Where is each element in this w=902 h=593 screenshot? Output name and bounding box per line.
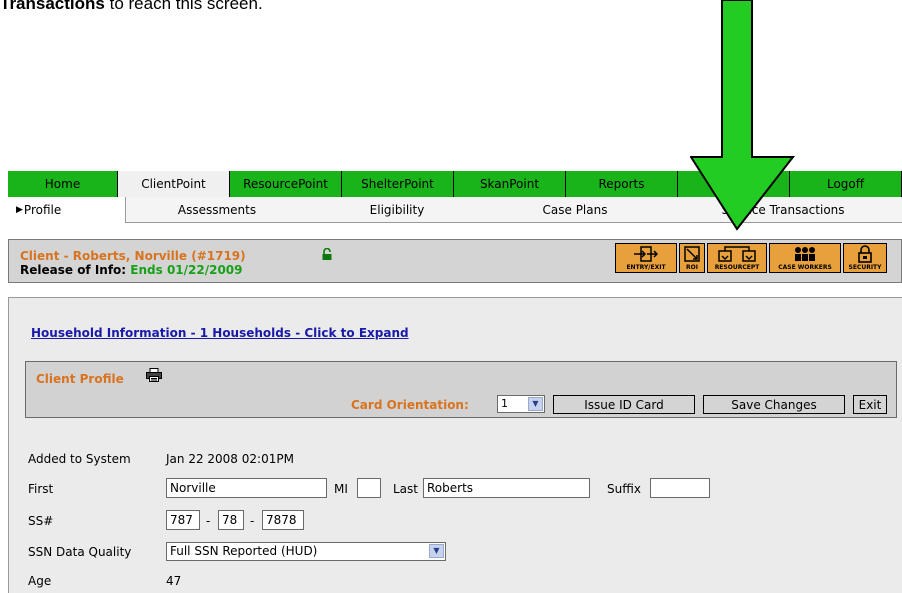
tab-label: ClientPoint xyxy=(141,177,206,191)
resourcept-icon xyxy=(718,246,756,262)
security-lock-icon xyxy=(858,245,872,263)
chevron-down-icon[interactable]: ▼ xyxy=(429,544,444,558)
subtab-eligibility[interactable]: Eligibility xyxy=(308,197,486,223)
last-name-field[interactable]: Roberts xyxy=(423,478,590,498)
triangle-right-icon: ▶ xyxy=(16,205,23,215)
save-changes-button[interactable]: Save Changes xyxy=(703,395,845,414)
tab-label: ShelterPoint xyxy=(361,177,434,191)
tab-reports[interactable]: Reports xyxy=(566,171,678,197)
case-workers-icon xyxy=(795,247,815,261)
mi-field[interactable] xyxy=(357,478,381,498)
ssn-label: SS# xyxy=(28,514,54,528)
lock-icon[interactable] xyxy=(321,248,333,260)
last-name-label: Last xyxy=(393,482,418,496)
tab-clientpoint[interactable]: ClientPoint xyxy=(118,171,230,197)
client-profile-title: Client Profile xyxy=(36,372,124,386)
ssn-part2-field[interactable]: 78 xyxy=(218,510,244,530)
entry-exit-icon xyxy=(634,246,659,262)
tab-label: Home xyxy=(44,177,81,191)
resourcept-button[interactable]: RESOURCEPT xyxy=(707,243,767,273)
age-value: 47 xyxy=(166,574,182,588)
card-orientation-label: Card Orientation: xyxy=(351,398,469,412)
green-arrow-down-icon xyxy=(690,0,796,231)
client-name: Client - Roberts, Norville (#1719) xyxy=(20,249,246,263)
client-profile-box: Client Profile Card Orientation: 1 ▼ Iss… xyxy=(25,361,897,418)
intro-bold: Transactions xyxy=(0,0,105,13)
resourcept-label: RESOURCEPT xyxy=(714,264,760,271)
roi-label: ROI xyxy=(686,264,698,271)
intro-rest: to reach this screen. xyxy=(104,0,263,13)
ssn-separator-1: - xyxy=(206,514,211,528)
added-to-system-value: Jan 22 2008 02:01PM xyxy=(166,452,294,466)
subtab-label: Assessments xyxy=(177,203,257,217)
suffix-field[interactable] xyxy=(650,478,710,498)
subtab-label: Profile xyxy=(23,203,62,217)
subtab-profile[interactable]: ▶ Profile xyxy=(8,197,126,223)
roi-icon xyxy=(684,246,700,262)
ssn-data-quality-select[interactable]: Full SSN Reported (HUD) ▼ xyxy=(166,542,446,561)
main-content: Household Information - 1 Households - C… xyxy=(8,297,902,593)
tab-label: SkanPoint xyxy=(479,177,540,191)
case-workers-label: CASE WORKERS xyxy=(778,264,832,271)
ssn-separator-2: - xyxy=(250,514,255,528)
entry-exit-button[interactable]: ENTRY/EXIT xyxy=(615,243,677,273)
entry-exit-label: ENTRY/EXIT xyxy=(626,264,666,271)
roi-line: Release of Info: Ends 01/22/2009 xyxy=(20,263,243,277)
added-to-system-label: Added to System xyxy=(28,452,131,466)
ssn-part1-field[interactable]: 787 xyxy=(166,510,200,530)
mi-label: MI xyxy=(334,482,348,496)
card-orientation-select[interactable]: 1 ▼ xyxy=(497,395,545,413)
household-link[interactable]: Household Information - 1 Households - C… xyxy=(31,326,409,340)
client-header: Client - Roberts, Norville (#1719) Relea… xyxy=(8,239,902,283)
roi-label: Release of Info: xyxy=(20,263,127,277)
chevron-down-icon[interactable]: ▼ xyxy=(528,397,543,411)
card-orientation-value: 1 xyxy=(501,397,508,410)
age-label: Age xyxy=(28,574,52,588)
subtab-assessments[interactable]: Assessments xyxy=(126,197,308,223)
subtab-case-plans[interactable]: Case Plans xyxy=(486,197,664,223)
tab-shelterpoint[interactable]: ShelterPoint xyxy=(342,171,454,197)
issue-id-card-button[interactable]: Issue ID Card xyxy=(553,395,695,414)
subtab-label: Eligibility xyxy=(369,203,425,217)
client-toolbar: ENTRY/EXIT ROI RESOURCEPT CASE WORKERS S… xyxy=(615,243,889,273)
ssn-part3-field[interactable]: 7878 xyxy=(262,510,304,530)
first-name-label: First xyxy=(28,482,54,496)
intro-text: Transactions to reach this screen. xyxy=(0,0,263,14)
tab-label: Reports xyxy=(598,177,645,191)
tab-resourcepoint[interactable]: ResourcePoint xyxy=(230,171,342,197)
ssn-data-quality-value: Full SSN Reported (HUD) xyxy=(170,544,318,558)
printer-icon[interactable] xyxy=(146,368,162,382)
tab-skanpoint[interactable]: SkanPoint xyxy=(454,171,566,197)
case-workers-button[interactable]: CASE WORKERS xyxy=(769,243,841,273)
suffix-label: Suffix xyxy=(607,482,641,496)
subtab-label: Case Plans xyxy=(542,203,608,217)
first-name-field[interactable]: Norville xyxy=(166,478,327,498)
roi-button[interactable]: ROI xyxy=(679,243,705,273)
roi-value: Ends 01/22/2009 xyxy=(130,263,243,277)
ssn-data-quality-label: SSN Data Quality xyxy=(28,545,132,559)
tab-logoff[interactable]: Logoff xyxy=(790,171,902,197)
tab-home[interactable]: Home xyxy=(8,171,118,197)
exit-button[interactable]: Exit xyxy=(853,395,887,414)
security-label: SECURITY xyxy=(848,264,882,271)
tab-label: ResourcePoint xyxy=(243,177,328,191)
security-button[interactable]: SECURITY xyxy=(843,243,887,273)
tab-label: Logoff xyxy=(826,177,865,191)
